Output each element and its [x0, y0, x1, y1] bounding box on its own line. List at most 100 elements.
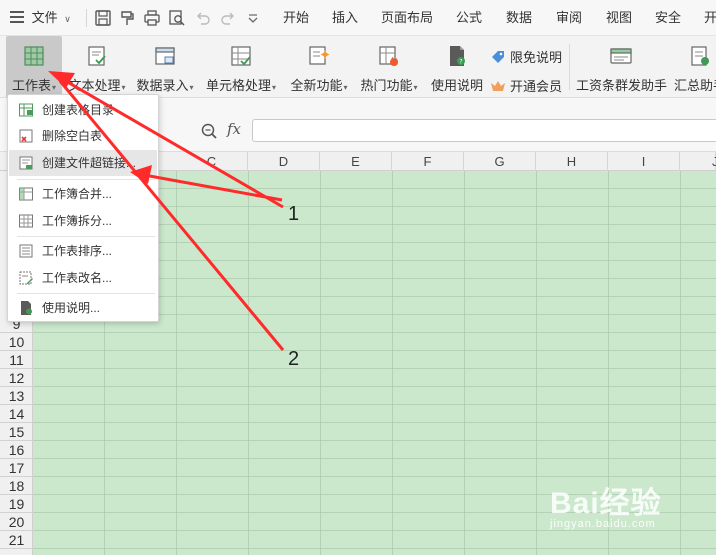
zoom-search-icon[interactable] [200, 122, 218, 140]
summary-button[interactable]: 汇总助手 [670, 36, 716, 98]
manual-icon: ? [445, 44, 469, 68]
data-entry-icon [153, 44, 177, 68]
menu-item-label: 使用说明... [42, 301, 101, 315]
row-header[interactable]: 11 [0, 351, 33, 369]
column-header[interactable]: J [680, 152, 716, 171]
menu-item-label: 创建表格目录 [42, 103, 115, 117]
new-feature-button-label: 全新功能 [290, 78, 343, 93]
new-feature-icon [307, 44, 331, 68]
new-feature-button[interactable]: 全新功能▾ [288, 36, 350, 98]
help-doc-icon [18, 300, 34, 316]
function-fx-icon[interactable]: fx [227, 120, 241, 138]
cell-process-button[interactable]: 单元格处理▾ [204, 36, 278, 98]
hot-feature-button[interactable]: 热门功能▾ [358, 36, 420, 98]
text-process-button-label: 文本处理 [68, 78, 121, 93]
menu-item-sheet-sort[interactable]: 工作表排序... [9, 238, 157, 264]
tab-insert[interactable]: 插入 [332, 0, 358, 36]
payroll-button[interactable]: 工资条群发助手 [576, 36, 668, 98]
menu-item-label: 工作簿拆分... [42, 214, 113, 228]
tab-home[interactable]: 开始 [283, 0, 309, 36]
print-preview-icon[interactable] [168, 9, 186, 27]
undo-icon[interactable] [194, 9, 212, 27]
column-header[interactable]: E [320, 152, 392, 171]
redo-icon[interactable] [219, 9, 237, 27]
crown-icon [490, 78, 506, 94]
workbook-split-icon [18, 213, 34, 229]
menu-item-label: 创建文件超链接... [42, 156, 137, 170]
sheet-rename-icon [18, 270, 34, 286]
sheet-sort-icon [18, 243, 34, 259]
row-header[interactable]: 19 [0, 495, 33, 513]
menu-item-label: 工作表排序... [42, 244, 113, 258]
row-header[interactable]: 21 [0, 531, 33, 549]
file-menu[interactable]: 文件 ∨ [10, 0, 71, 36]
column-header[interactable]: G [464, 152, 536, 171]
watermark-brand: Bai经验 [550, 487, 662, 520]
row-header[interactable]: 20 [0, 513, 33, 531]
menu-item-workbook-merge[interactable]: 工作簿合并... [9, 181, 157, 207]
menu-item-create-table-directory[interactable]: 创建表格目录 [9, 97, 157, 123]
menu-bar: 文件 ∨ 开始 插入 页面布局 公式 数据 审阅 视图 安全 开 [0, 0, 716, 36]
row-header[interactable]: 14 [0, 405, 33, 423]
payroll-button-label: 工资条群发助手 [576, 78, 668, 93]
tab-developer[interactable]: 开 [704, 0, 716, 36]
tab-review[interactable]: 审阅 [556, 0, 582, 36]
tag-icon [490, 49, 506, 65]
annotation-label-2: 2 [288, 348, 300, 370]
column-header[interactable]: I [608, 152, 680, 171]
manual-button[interactable]: ? 使用说明 [428, 36, 486, 98]
menu-item-sheet-rename[interactable]: 工作表改名... [9, 265, 157, 291]
worksheet-dropdown-menu: 创建表格目录 删除空白表 创建文件超链接... 工作簿合并... 工作簿拆分..… [7, 94, 159, 322]
row-header[interactable]: 16 [0, 441, 33, 459]
limited-free-label: 限免说明 [510, 50, 563, 65]
limited-free-button[interactable]: 限免说明 [490, 47, 562, 69]
row-header[interactable]: 12 [0, 369, 33, 387]
worksheet-button[interactable]: 工作表▾ [6, 36, 62, 98]
tab-formulas[interactable]: 公式 [456, 0, 482, 36]
hamburger-icon [10, 11, 24, 23]
menu-item-workbook-split[interactable]: 工作簿拆分... [9, 208, 157, 234]
row-header[interactable]: 13 [0, 387, 33, 405]
watermark-url: jingyan.baidu.com [550, 518, 656, 530]
text-process-button[interactable]: 文本处理▾ [66, 36, 128, 98]
column-header[interactable]: F [392, 152, 464, 171]
tab-view[interactable]: 视图 [606, 0, 632, 36]
formula-input[interactable] [252, 119, 716, 142]
menu-item-create-file-hyperlink[interactable]: 创建文件超链接... [9, 150, 157, 176]
membership-button[interactable]: 开通会员 [490, 76, 562, 98]
tab-data[interactable]: 数据 [506, 0, 532, 36]
svg-text:?: ? [459, 59, 462, 66]
row-header[interactable]: 10 [0, 333, 33, 351]
worksheet-icon [22, 44, 46, 68]
hyperlink-icon [18, 155, 34, 171]
row-header[interactable]: 15 [0, 423, 33, 441]
menu-item-label: 删除空白表 [42, 129, 103, 143]
membership-label: 开通会员 [510, 79, 563, 94]
delete-blank-sheet-icon [18, 128, 34, 144]
print-icon[interactable] [143, 9, 161, 27]
annotation-label-1: 1 [288, 203, 300, 225]
summary-icon [688, 44, 712, 68]
menu-item-delete-blank-sheet[interactable]: 删除空白表 [9, 123, 157, 149]
data-entry-button[interactable]: 数据录入▾ [134, 36, 196, 98]
column-header[interactable]: C [176, 152, 248, 171]
column-header[interactable]: D [248, 152, 320, 171]
column-header[interactable]: H [536, 152, 608, 171]
row-header[interactable]: 17 [0, 459, 33, 477]
table-directory-icon [18, 102, 34, 118]
format-painter-icon[interactable] [118, 9, 136, 27]
menu-item-help-manual[interactable]: 使用说明... [9, 295, 157, 321]
tab-security[interactable]: 安全 [655, 0, 681, 36]
chevron-down-icon: ∨ [64, 14, 71, 24]
quick-access-more-icon[interactable] [244, 9, 262, 27]
row-header[interactable]: 18 [0, 477, 33, 495]
summary-button-label: 汇总助手 [674, 78, 716, 93]
save-icon[interactable] [94, 9, 112, 27]
text-process-icon [85, 44, 109, 68]
payroll-icon [609, 44, 633, 68]
tab-page-layout[interactable]: 页面布局 [381, 0, 433, 36]
baidu-jingyan-watermark: Bai经验 jingyan.baidu.com [550, 478, 710, 548]
manual-button-label: 使用说明 [430, 78, 483, 93]
menu-item-label: 工作簿合并... [42, 187, 113, 201]
menu-item-label: 工作表改名... [42, 271, 113, 285]
